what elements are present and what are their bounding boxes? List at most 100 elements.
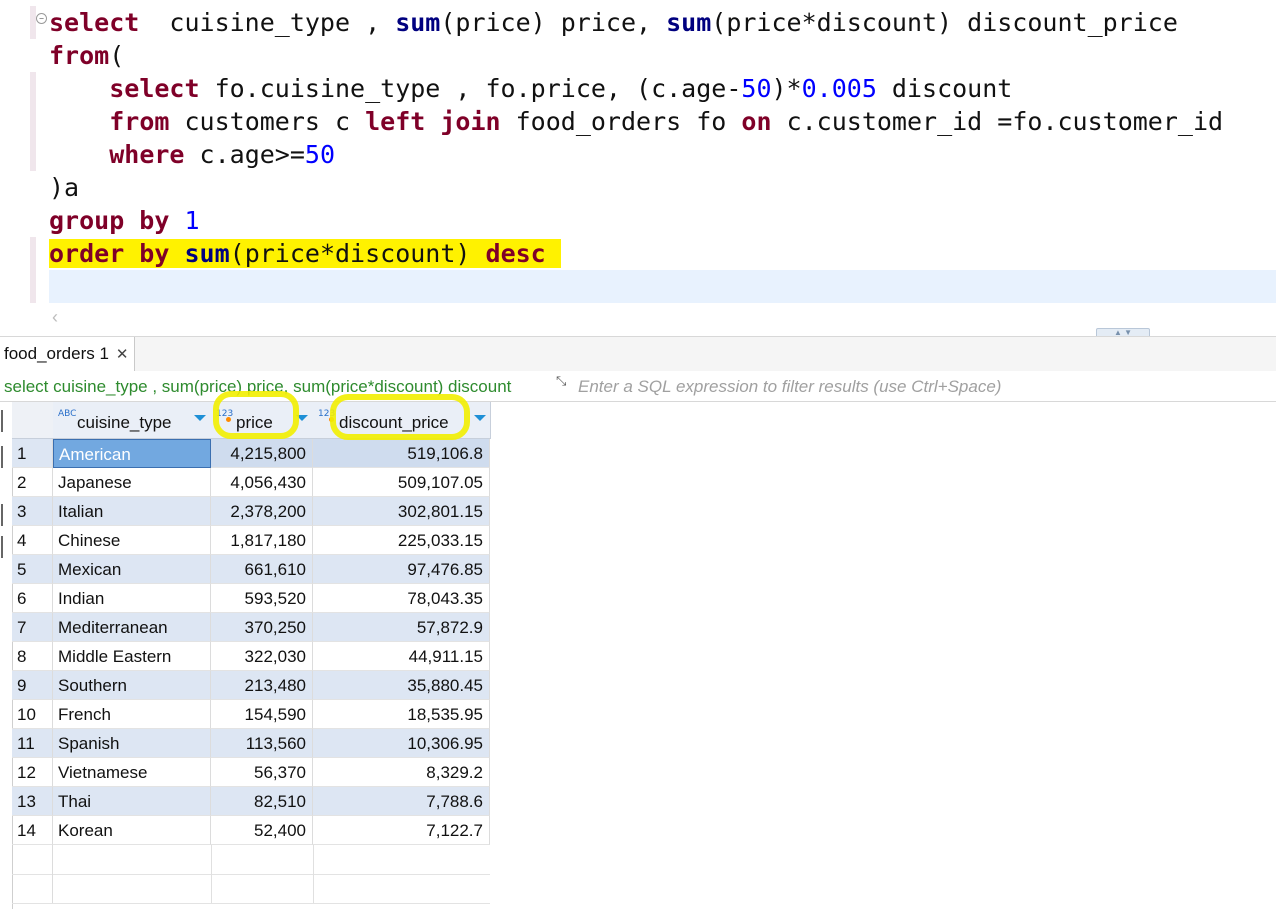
cell-price[interactable]: 113,560 bbox=[211, 729, 313, 758]
table-row[interactable]: 3 Italian 2,378,200 302,801.15 bbox=[12, 497, 490, 526]
cell-discount-price[interactable]: 302,801.15 bbox=[313, 497, 490, 526]
close-icon[interactable]: ✕ bbox=[116, 345, 129, 363]
column-name: discount_price bbox=[339, 413, 449, 432]
code-line[interactable]: select cuisine_type , sum(price) price, … bbox=[49, 6, 1223, 39]
table-row[interactable]: 2 Japanese 4,056,430 509,107.05 bbox=[12, 468, 490, 497]
code-line[interactable]: order by sum(price*discount) desc bbox=[49, 237, 1223, 270]
cell-cuisine-type[interactable]: Thai bbox=[53, 787, 211, 816]
sql-code[interactable]: select cuisine_type , sum(price) price, … bbox=[49, 6, 1223, 270]
code-token: c.age>= bbox=[184, 140, 305, 169]
code-token: fo.cuisine_type , fo.price, (c.age- bbox=[199, 74, 742, 103]
row-number-header bbox=[12, 402, 54, 439]
code-line[interactable]: from customers c left join food_orders f… bbox=[49, 105, 1223, 138]
table-row[interactable]: 5 Mexican 661,610 97,476.85 bbox=[12, 555, 490, 584]
cell-price[interactable]: 56,370 bbox=[211, 758, 313, 787]
row-number: 5 bbox=[12, 555, 53, 584]
cell-discount-price[interactable]: 225,033.15 bbox=[313, 526, 490, 555]
strip-tick bbox=[1, 410, 3, 432]
sort-arrow-icon[interactable] bbox=[474, 415, 486, 421]
table-row[interactable]: 7 Mediterranean 370,250 57,872.9 bbox=[12, 613, 490, 642]
code-token: select bbox=[109, 74, 200, 103]
sql-editor[interactable]: − select cuisine_type , sum(price) price… bbox=[0, 0, 1276, 330]
column-name: price bbox=[236, 413, 273, 432]
tab-food-orders[interactable]: food_orders 1 ✕ bbox=[0, 337, 136, 371]
gutter-mark bbox=[30, 237, 36, 303]
cell-cuisine-type[interactable]: American bbox=[53, 439, 211, 468]
sort-arrow-icon[interactable] bbox=[296, 415, 308, 421]
gutter-mark bbox=[30, 72, 36, 171]
row-number: 9 bbox=[12, 671, 53, 700]
cell-price[interactable]: 1,817,180 bbox=[211, 526, 313, 555]
cell-cuisine-type[interactable]: French bbox=[53, 700, 211, 729]
cell-price[interactable]: 154,590 bbox=[211, 700, 313, 729]
sort-arrow-icon[interactable] bbox=[194, 415, 206, 421]
cell-cuisine-type[interactable]: Chinese bbox=[53, 526, 211, 555]
cell-discount-price[interactable]: 10,306.95 bbox=[313, 729, 490, 758]
fold-collapse-icon[interactable]: − bbox=[36, 13, 47, 24]
cell-price[interactable]: 322,030 bbox=[211, 642, 313, 671]
filter-input[interactable]: Enter a SQL expression to filter results… bbox=[578, 377, 1001, 397]
table-row[interactable]: 14 Korean 52,400 7,122.7 bbox=[12, 816, 490, 845]
table-row[interactable]: 10 French 154,590 18,535.95 bbox=[12, 700, 490, 729]
column-header-discount-price[interactable]: 123 discount_price bbox=[313, 402, 491, 439]
expand-icon[interactable]: ⤡ bbox=[556, 373, 566, 389]
cell-cuisine-type[interactable]: Southern bbox=[53, 671, 211, 700]
cell-discount-price[interactable]: 97,476.85 bbox=[313, 555, 490, 584]
cell-discount-price[interactable]: 509,107.05 bbox=[313, 468, 490, 497]
code-token: discount bbox=[876, 74, 1013, 103]
scroll-left-icon[interactable]: ‹ bbox=[52, 307, 58, 328]
cell-discount-price[interactable]: 78,043.35 bbox=[313, 584, 490, 613]
empty-row bbox=[12, 874, 490, 904]
cell-cuisine-type[interactable]: Vietnamese bbox=[53, 758, 211, 787]
cell-cuisine-type[interactable]: Indian bbox=[53, 584, 211, 613]
code-token: )a bbox=[49, 173, 80, 202]
table-row[interactable]: 1 American 4,215,800 519,106.8 bbox=[12, 439, 490, 468]
column-header-cuisine-type[interactable]: ABC cuisine_type bbox=[53, 402, 212, 439]
cell-price[interactable]: 4,215,800 bbox=[211, 439, 313, 468]
column-header-price[interactable]: 123 price bbox=[211, 402, 314, 439]
cell-price[interactable]: 82,510 bbox=[211, 787, 313, 816]
cell-cuisine-type[interactable]: Spanish bbox=[53, 729, 211, 758]
code-line[interactable]: group by 1 bbox=[49, 204, 1223, 237]
cell-price[interactable]: 593,520 bbox=[211, 584, 313, 613]
table-row[interactable]: 4 Chinese 1,817,180 225,033.15 bbox=[12, 526, 490, 555]
cell-cuisine-type[interactable]: Mediterranean bbox=[53, 613, 211, 642]
code-line[interactable]: from( bbox=[49, 39, 1223, 72]
code-token: ( bbox=[109, 41, 125, 70]
cell-price[interactable]: 213,480 bbox=[211, 671, 313, 700]
table-row[interactable]: 11 Spanish 113,560 10,306.95 bbox=[12, 729, 490, 758]
cell-price[interactable]: 370,250 bbox=[211, 613, 313, 642]
cell-cuisine-type[interactable]: Japanese bbox=[53, 468, 211, 497]
row-number: 1 bbox=[12, 439, 53, 468]
code-line[interactable]: )a bbox=[49, 171, 1223, 204]
cell-discount-price[interactable]: 7,788.6 bbox=[313, 787, 490, 816]
table-row[interactable]: 6 Indian 593,520 78,043.35 bbox=[12, 584, 490, 613]
cell-discount-price[interactable]: 7,122.7 bbox=[313, 816, 490, 845]
code-token: order by bbox=[49, 239, 170, 268]
row-number: 7 bbox=[12, 613, 53, 642]
code-token: where bbox=[109, 140, 185, 169]
table-row[interactable]: 9 Southern 213,480 35,880.45 bbox=[12, 671, 490, 700]
cell-discount-price[interactable]: 57,872.9 bbox=[313, 613, 490, 642]
text-type-icon: ABC bbox=[58, 409, 77, 419]
cell-cuisine-type[interactable]: Korean bbox=[53, 816, 211, 845]
cell-cuisine-type[interactable]: Italian bbox=[53, 497, 211, 526]
cell-discount-price[interactable]: 44,911.15 bbox=[313, 642, 490, 671]
table-row[interactable]: 12 Vietnamese 56,370 8,329.2 bbox=[12, 758, 490, 787]
code-line[interactable]: select fo.cuisine_type , fo.price, (c.ag… bbox=[49, 72, 1223, 105]
cell-price[interactable]: 661,610 bbox=[211, 555, 313, 584]
cell-price[interactable]: 2,378,200 bbox=[211, 497, 313, 526]
cell-price[interactable]: 52,400 bbox=[211, 816, 313, 845]
code-line[interactable]: where c.age>=50 bbox=[49, 138, 1223, 171]
cell-cuisine-type[interactable]: Mexican bbox=[53, 555, 211, 584]
cell-cuisine-type[interactable]: Middle Eastern bbox=[53, 642, 211, 671]
cell-price[interactable]: 4,056,430 bbox=[211, 468, 313, 497]
strip-tick bbox=[1, 446, 3, 468]
cell-discount-price[interactable]: 519,106.8 bbox=[313, 439, 490, 468]
cell-discount-price[interactable]: 18,535.95 bbox=[313, 700, 490, 729]
cell-discount-price[interactable]: 8,329.2 bbox=[313, 758, 490, 787]
query-preview[interactable]: select cuisine_type , sum(price) price, … bbox=[4, 377, 550, 397]
table-row[interactable]: 8 Middle Eastern 322,030 44,911.15 bbox=[12, 642, 490, 671]
table-row[interactable]: 13 Thai 82,510 7,788.6 bbox=[12, 787, 490, 816]
cell-discount-price[interactable]: 35,880.45 bbox=[313, 671, 490, 700]
